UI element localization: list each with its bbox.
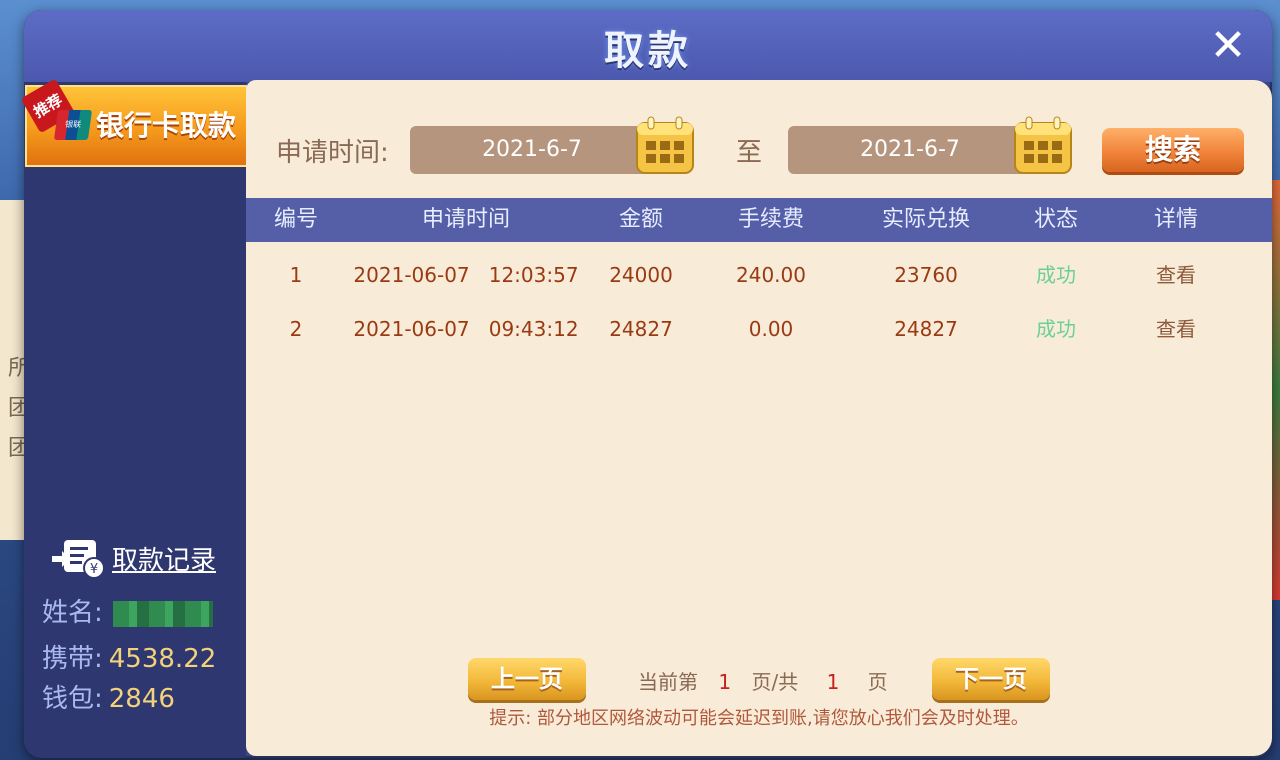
col-header-fee: 手续费 [737,207,804,232]
info-carry: 携带: 4538.22 [42,638,216,675]
page-indicator: 当前第 1 页/共 1 页 [638,666,888,695]
page-prefix: 当前第 [638,670,698,694]
col-header-time: 申请时间 [421,207,510,232]
unionpay-icon: 银联 [53,110,93,140]
current-page: 1 [718,670,732,694]
info-name: 姓名: [42,592,213,629]
col-header-no: 编号 [273,207,318,232]
cell-status: 成功 [1036,263,1076,287]
cell-time: 2021-06-07 12:03:57 [353,263,579,287]
content-panel: 申请时间: 2021-6-7 至 2021-6-7 搜索 编号 申请时间 金额 … [246,80,1272,756]
table-header: 编号 申请时间 金额 手续费 实际兑换 状态 详情 [246,198,1272,242]
start-date-value: 2021-6-7 [482,137,582,162]
tab-label: 银行卡取款 [96,109,237,142]
info-name-label: 姓名: [42,598,103,628]
hint-text: 提示: 部分地区网络波动可能会延迟到账,请您放心我们会及时处理。 [489,708,1029,729]
page-middle: 页/共 [751,670,799,694]
col-header-status: 状态 [1033,207,1078,232]
cell-fee: 0.00 [748,317,794,341]
cell-no: 1 [289,263,303,287]
col-header-detail: 详情 [1153,207,1198,232]
search-button[interactable]: 搜索 [1102,128,1244,172]
total-pages: 1 [826,670,840,694]
receipt-icon: ¥ [52,540,105,579]
info-wallet-label: 钱包: [42,684,103,714]
withdraw-dialog: 取款 ✕ 推荐 银联 银行卡取款 ¥ 取款记录 姓名: 携带: 4538.22 … [20,10,1272,758]
search-row: 申请时间: 2021-6-7 至 2021-6-7 搜索 [246,116,1272,180]
page-suffix: 页 [867,670,888,694]
svg-text:¥: ¥ [90,562,98,577]
table-row: 2 2021-06-07 09:43:12 24827 0.00 24827 成… [246,302,1272,356]
dialog-header: 取款 ✕ [24,10,1272,82]
col-header-actual: 实际兑换 [881,207,970,232]
end-date-value: 2021-6-7 [860,137,960,162]
end-date-field[interactable]: 2021-6-7 [788,126,1032,174]
cell-actual: 24827 [894,317,958,341]
start-date-field[interactable]: 2021-6-7 [410,126,654,174]
info-carry-label: 携带: [42,644,103,674]
calendar-icon[interactable] [634,114,696,176]
info-wallet-value: 2846 [108,684,175,714]
table-row: 1 2021-06-07 12:03:57 24000 240.00 23760… [246,248,1272,302]
cell-actual: 23760 [894,263,958,287]
pagination: 上一页 当前第 1 页/共 1 页 下一页 [246,658,1272,708]
prev-page-button[interactable]: 上一页 [468,658,586,700]
name-mask [112,600,213,627]
close-icon[interactable]: ✕ [1206,24,1250,68]
cell-status: 成功 [1036,317,1076,341]
to-label: 至 [736,138,763,168]
withdraw-record-link[interactable]: ¥ 取款记录 [50,536,216,580]
cell-amount: 24000 [609,263,673,287]
info-carry-value: 4538.22 [108,644,217,674]
sidebar: 推荐 银联 银行卡取款 ¥ 取款记录 姓名: 携带: 4538.22 钱包: 284… [20,78,274,758]
view-detail-link[interactable]: 查看 [1126,248,1226,302]
calendar-icon[interactable] [1012,114,1074,176]
col-header-amount: 金额 [618,207,663,232]
info-wallet: 钱包: 2846 [42,678,175,715]
view-detail-link[interactable]: 查看 [1126,302,1226,356]
apply-time-label: 申请时间: [276,138,389,168]
dialog-title: 取款 [604,28,692,74]
cell-time: 2021-06-07 09:43:12 [353,317,579,341]
cell-fee: 240.00 [736,263,806,287]
tab-bank-card-withdraw[interactable]: 推荐 银联 银行卡取款 [20,78,274,168]
withdraw-record-label: 取款记录 [112,545,217,576]
cell-amount: 24827 [609,317,673,341]
cell-no: 2 [289,317,303,341]
next-page-button[interactable]: 下一页 [932,658,1050,700]
